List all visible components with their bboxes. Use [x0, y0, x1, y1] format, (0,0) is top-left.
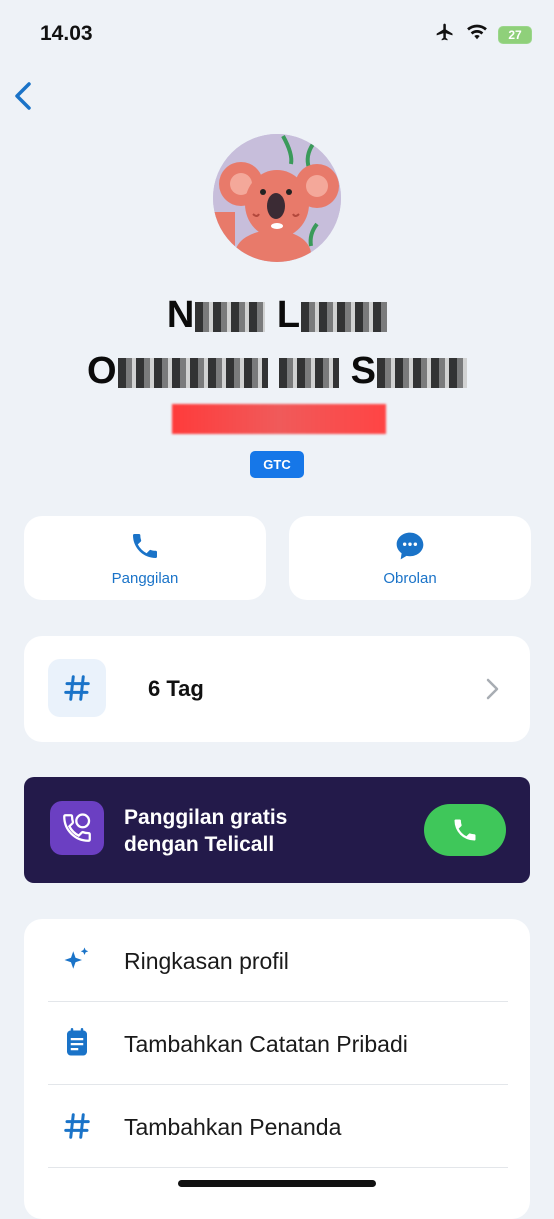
promo-text: Panggilan gratis dengan Telicall	[124, 804, 287, 858]
phone-icon	[454, 819, 476, 841]
chat-bubble-icon	[396, 532, 424, 559]
name-initial: O	[86, 350, 118, 392]
note-icon	[62, 1028, 92, 1058]
phone-number-redacted	[172, 404, 386, 434]
telicall-logo-icon	[50, 801, 104, 855]
hashtag-icon	[64, 675, 90, 701]
call-label: Panggilan	[111, 569, 179, 587]
phone-icon	[133, 533, 157, 558]
wifi-icon	[466, 23, 488, 46]
list-item-label: Ringkasan profil	[124, 948, 289, 974]
chevron-right-icon	[486, 678, 499, 700]
status-bar: 14.03 27	[0, 0, 554, 70]
koala-avatar-image	[213, 134, 341, 262]
list-item-label: Tambahkan Catatan Pribadi	[124, 1031, 408, 1057]
contact-name-line1: N L	[0, 294, 554, 337]
redacted-text	[301, 301, 388, 332]
tags-label: 6 Tag	[148, 676, 204, 701]
home-indicator[interactable]	[178, 1180, 376, 1187]
status-badge: GTC	[250, 451, 304, 478]
tags-row[interactable]: 6 Tag	[24, 636, 530, 742]
profile-actions-list: Ringkasan profil Tambahkan Catatan Priba…	[24, 919, 530, 1219]
redacted-text	[279, 357, 340, 388]
status-icons: 27	[434, 22, 532, 47]
call-button[interactable]: Panggilan	[24, 516, 266, 600]
airplane-icon	[434, 22, 456, 47]
status-time: 14.03	[40, 22, 93, 45]
promo-line2: dengan Telicall	[124, 833, 275, 856]
chat-button[interactable]: Obrolan	[289, 516, 531, 600]
redacted-text	[117, 357, 268, 388]
divider	[48, 1167, 508, 1168]
hashtag-icon	[62, 1111, 92, 1141]
chat-label: Obrolan	[383, 569, 437, 587]
promo-line1: Panggilan gratis	[124, 806, 288, 829]
sparkle-icon	[62, 945, 92, 975]
list-item[interactable]: Ringkasan profil	[24, 919, 530, 1001]
back-button[interactable]	[10, 78, 40, 114]
redacted-text	[377, 357, 468, 388]
name-initial: S	[350, 350, 378, 392]
list-item[interactable]: Tambahkan Penanda	[24, 1085, 530, 1167]
contact-name-line2: O S	[0, 350, 554, 393]
telicall-promo-banner[interactable]: Panggilan gratis dengan Telicall	[24, 777, 530, 883]
avatar	[213, 134, 341, 262]
telicall-call-button[interactable]	[424, 804, 506, 856]
name-initial: N	[166, 294, 196, 336]
redacted-text	[195, 301, 266, 332]
chevron-left-icon	[15, 82, 31, 110]
battery-icon: 27	[498, 25, 532, 44]
name-initial: L	[276, 294, 302, 336]
list-item[interactable]: Tambahkan Catatan Pribadi	[24, 1002, 530, 1084]
list-item-label: Tambahkan Penanda	[124, 1114, 342, 1140]
tag-icon-box	[48, 659, 106, 717]
